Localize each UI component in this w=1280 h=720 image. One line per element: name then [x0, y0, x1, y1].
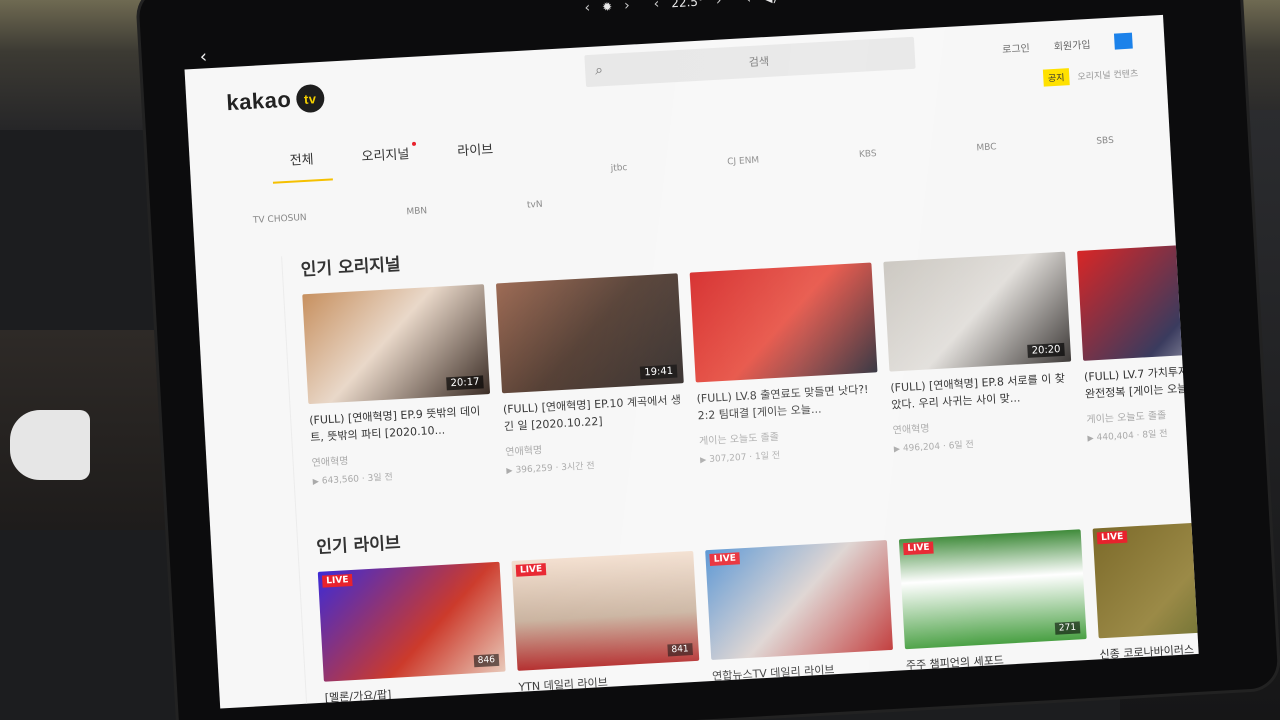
video-title[interactable]: (FULL) [연애혁명] EP.9 뜻밖의 데이트, 뜻밖의 파티 [2020… [309, 402, 493, 446]
video-title[interactable]: (FULL) LV.8 출연료도 맞들면 낫다?! 2:2 팀대결 [게이는 오… [696, 380, 880, 424]
chevron-left-icon[interactable]: ‹ [584, 0, 590, 16]
live-card[interactable]: LIVE 841 YTN 데일리 라이브 [511, 550, 701, 699]
live-thumbnail[interactable]: LIVE 276 [1092, 518, 1199, 639]
play-count-icon: ▶ [893, 444, 901, 454]
video-card[interactable]: (FULL) LV.7 가치투자의 길! 국무제표 완전정복 [게이는 오늘도.… [1077, 240, 1199, 444]
live-video-list: LIVE 846 [멜론/가요/팝] LIVE 841 YTN 데일리 라이브 [317, 518, 1199, 709]
video-thumbnail[interactable]: 20:20 [883, 251, 1072, 372]
video-title[interactable]: (FULL) [연애혁명] EP.8 서로를 이 찾았다. 우리 사귀는 사이 … [890, 369, 1074, 413]
logo-text: kakao [225, 86, 292, 116]
channel-logo-mbn[interactable]: MBN [406, 206, 427, 217]
chevron-left-icon[interactable]: ‹ [653, 0, 659, 12]
notice-text[interactable]: 오리지널 컨텐츠 [1077, 66, 1138, 82]
live-badge: LIVE [1096, 530, 1128, 545]
back-arrow-icon[interactable]: ‹ [199, 46, 207, 67]
header-links: 로그인 회원가입 [1002, 32, 1133, 56]
temperature-value: 22.5° [670, 0, 705, 11]
notice-badge: 공지 [1042, 68, 1070, 87]
view-count: 307,207 [708, 452, 747, 465]
view-count: 440,404 [1096, 431, 1135, 444]
tab-all[interactable]: 전체 [289, 148, 315, 182]
tab-live[interactable]: 라이브 [457, 138, 495, 173]
play-count-icon: ▶ [699, 455, 707, 465]
live-badge: LIVE [709, 552, 741, 566]
live-title[interactable]: 연합뉴스TV 데일리 라이브 [712, 658, 895, 688]
tab-label: 라이브 [456, 142, 494, 160]
live-card[interactable]: LIVE 연합뉴스TV 데일리 라이브 [705, 540, 894, 688]
car-door-handle [10, 410, 90, 480]
original-video-list: 20:17 (FULL) [연애혁명] EP.9 뜻밖의 데이트, 뜻밖의 파티… [302, 240, 1199, 487]
live-thumbnail[interactable]: LIVE 841 [511, 550, 700, 671]
video-channel[interactable]: 게이는 오늘도 졸졸 [1086, 401, 1199, 425]
tab-label: 전체 [289, 152, 315, 169]
viewer-count: 841 [667, 643, 693, 657]
live-card[interactable]: LIVE 276 신종 코로나바이러스 2021 [1092, 518, 1199, 666]
live-thumbnail[interactable]: LIVE [705, 540, 894, 661]
tab-original[interactable]: 오리지널 [361, 141, 416, 179]
video-title[interactable]: (FULL) LV.7 가치투자의 길! 국무제표 완전정복 [게이는 오늘도.… [1084, 359, 1199, 403]
login-link[interactable]: 로그인 [1002, 39, 1030, 56]
temperature-control[interactable]: ‹ 22.5° › [653, 0, 722, 12]
view-count: 396,259 [515, 463, 554, 476]
duration-badge: 20:20 [1027, 342, 1065, 358]
sun-icon: ✹ [601, 0, 613, 15]
viewer-count: 846 [473, 653, 500, 668]
live-card[interactable]: LIVE 846 [멜론/가요/팝] [317, 561, 507, 709]
video-thumbnail[interactable] [1077, 240, 1199, 361]
notice-bar[interactable]: 공지 오리지널 컨텐츠 [1042, 64, 1139, 87]
upload-age: 6일 전 [948, 440, 975, 452]
live-title[interactable]: 신종 코로나바이러스 2021 [1099, 636, 1198, 666]
video-card[interactable]: 20:17 (FULL) [연애혁명] EP.9 뜻밖의 데이트, 뜻밖의 파티… [302, 284, 494, 487]
live-thumbnail[interactable]: LIVE 271 [898, 529, 1087, 650]
view-count: 496,204 [902, 441, 941, 455]
channel-logo-tvn[interactable]: tvN [527, 200, 543, 211]
chevron-right-icon[interactable]: › [715, 0, 721, 9]
account-button[interactable] [1113, 32, 1133, 50]
live-badge: LIVE [903, 541, 934, 556]
duration-badge: 19:41 [639, 364, 678, 380]
chevron-left-icon[interactable]: ‹ [745, 0, 751, 7]
live-badge: LIVE [515, 563, 547, 577]
play-count-icon: ▶ [506, 465, 513, 476]
browser-viewport: kakao tv ⌕ 로그인 회원가입 공지 오리지널 컨텐츠 전체 오리 [184, 14, 1199, 709]
car-display: ‹ ✹ › ‹ 22.5° › ‹ ◀) › ✕ ‹ kakao tv ⌕ [138, 0, 1279, 720]
live-title[interactable]: 주주 챔피언의 세포드 [905, 647, 1088, 677]
new-dot-indicator [411, 141, 416, 146]
play-count-icon: ▶ [312, 476, 320, 487]
video-thumbnail[interactable]: 19:41 [495, 273, 684, 394]
view-count: 643,560 [321, 474, 360, 487]
search-bar[interactable]: ⌕ [584, 36, 916, 88]
duration-badge: 20:17 [446, 375, 484, 391]
live-title[interactable]: YTN 데일리 라이브 [518, 669, 701, 699]
main-content: 인기 오리지널 20:17 (FULL) [연애혁명] EP.9 뜻밖의 데이트… [281, 206, 1199, 709]
upload-age: 3시간 전 [561, 461, 595, 474]
video-thumbnail[interactable]: 20:17 [302, 284, 491, 405]
upload-age: 1일 전 [754, 450, 781, 463]
volume-control[interactable]: ‹ ◀) › [745, 0, 795, 7]
chevron-right-icon[interactable]: › [624, 0, 630, 14]
popular-live-section: 인기 라이브 LIVE 846 [멜론/가요/팝] LIVE 841 YTN 데… [298, 484, 1199, 709]
live-thumbnail[interactable]: LIVE 846 [317, 561, 506, 682]
viewer-count: 271 [1054, 621, 1081, 635]
upload-age: 3일 전 [367, 472, 394, 484]
kakao-tv-logo[interactable]: kakao tv [225, 83, 325, 117]
tab-label: 오리지널 [361, 147, 410, 165]
video-title[interactable]: (FULL) [연애혁명] EP.10 계곡에서 생긴 일 [2020.10.2… [503, 391, 687, 435]
live-card[interactable]: LIVE 271 주주 챔피언의 세포드 [898, 529, 1088, 677]
video-card[interactable]: 20:20 (FULL) [연애혁명] EP.8 서로를 이 찾았다. 우리 사… [883, 251, 1075, 455]
signup-link[interactable]: 회원가입 [1053, 35, 1090, 52]
chevron-right-icon[interactable]: › [789, 0, 795, 5]
speaker-icon: ◀) [763, 0, 778, 5]
live-title[interactable]: [멜론/가요/팝] [324, 680, 507, 709]
live-badge: LIVE [321, 573, 353, 588]
video-thumbnail[interactable] [689, 262, 878, 383]
upload-age: 8일 전 [1142, 429, 1168, 441]
channel-logo-tvchosun[interactable]: TV CHOSUN [253, 213, 307, 226]
video-card[interactable]: (FULL) LV.8 출연료도 맞들면 낫다?! 2:2 팀대결 [게이는 오… [689, 262, 882, 465]
brightness-control[interactable]: ‹ ✹ › [584, 0, 630, 16]
play-count-icon: ▶ [1087, 433, 1094, 443]
search-input[interactable] [602, 46, 916, 77]
logo-tv-badge: tv [295, 83, 325, 114]
video-card[interactable]: 19:41 (FULL) [연애혁명] EP.10 계곡에서 생긴 일 [202… [495, 273, 688, 476]
